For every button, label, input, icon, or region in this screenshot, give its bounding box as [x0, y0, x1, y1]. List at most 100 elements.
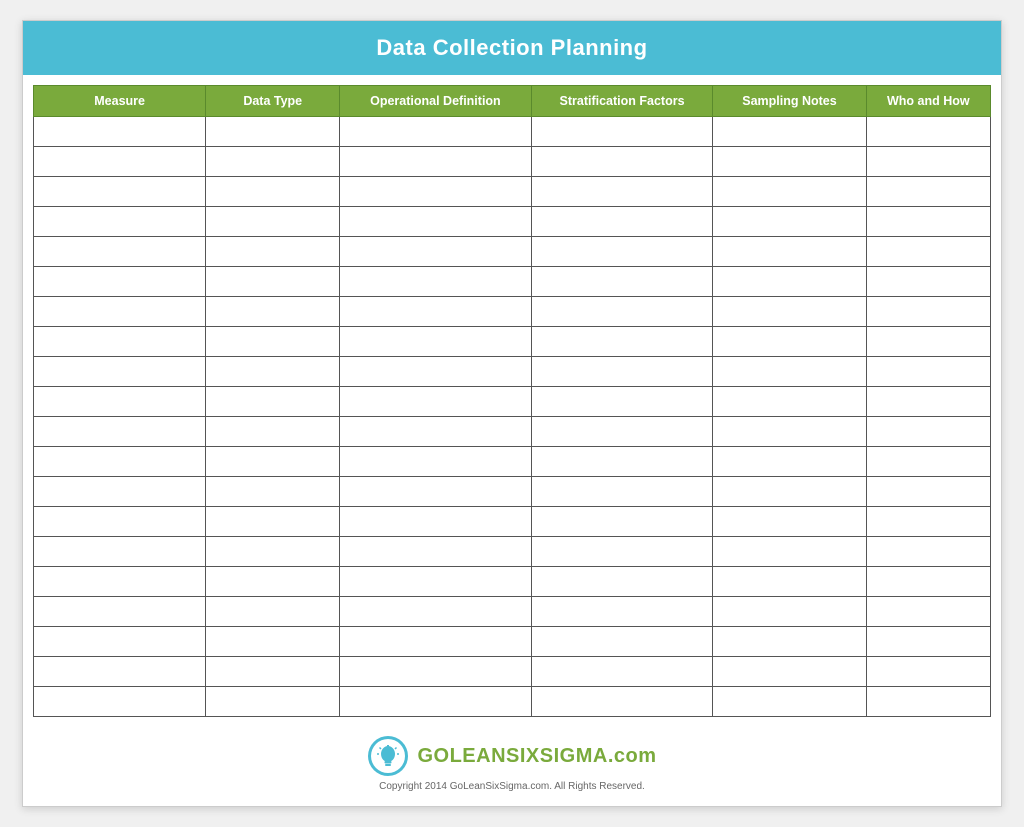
table-cell[interactable] [340, 627, 531, 657]
table-cell[interactable] [206, 687, 340, 717]
table-cell[interactable] [531, 687, 713, 717]
table-cell[interactable] [206, 267, 340, 297]
table-cell[interactable] [866, 477, 990, 507]
table-cell[interactable] [866, 387, 990, 417]
table-cell[interactable] [713, 657, 866, 687]
table-cell[interactable] [866, 567, 990, 597]
table-cell[interactable] [206, 207, 340, 237]
table-cell[interactable] [531, 597, 713, 627]
table-cell[interactable] [34, 327, 206, 357]
table-cell[interactable] [713, 627, 866, 657]
table-cell[interactable] [531, 267, 713, 297]
table-cell[interactable] [340, 117, 531, 147]
table-cell[interactable] [713, 597, 866, 627]
table-cell[interactable] [713, 267, 866, 297]
table-cell[interactable] [206, 147, 340, 177]
table-cell[interactable] [340, 237, 531, 267]
table-cell[interactable] [206, 177, 340, 207]
table-cell[interactable] [34, 597, 206, 627]
table-cell[interactable] [206, 507, 340, 537]
table-cell[interactable] [713, 507, 866, 537]
table-cell[interactable] [531, 207, 713, 237]
table-cell[interactable] [34, 447, 206, 477]
table-cell[interactable] [531, 657, 713, 687]
table-cell[interactable] [206, 357, 340, 387]
table-cell[interactable] [34, 477, 206, 507]
table-cell[interactable] [340, 447, 531, 477]
table-cell[interactable] [340, 687, 531, 717]
table-cell[interactable] [531, 177, 713, 207]
table-cell[interactable] [866, 207, 990, 237]
table-cell[interactable] [866, 327, 990, 357]
table-cell[interactable] [713, 297, 866, 327]
table-cell[interactable] [34, 237, 206, 267]
table-cell[interactable] [713, 537, 866, 567]
table-cell[interactable] [206, 627, 340, 657]
table-cell[interactable] [34, 627, 206, 657]
table-cell[interactable] [531, 297, 713, 327]
table-cell[interactable] [206, 417, 340, 447]
table-cell[interactable] [866, 687, 990, 717]
table-cell[interactable] [206, 447, 340, 477]
table-cell[interactable] [340, 657, 531, 687]
table-cell[interactable] [531, 447, 713, 477]
table-cell[interactable] [34, 687, 206, 717]
table-cell[interactable] [206, 537, 340, 567]
table-cell[interactable] [34, 657, 206, 687]
table-cell[interactable] [531, 537, 713, 567]
table-cell[interactable] [866, 447, 990, 477]
table-cell[interactable] [531, 357, 713, 387]
table-cell[interactable] [713, 207, 866, 237]
table-cell[interactable] [713, 687, 866, 717]
table-cell[interactable] [340, 147, 531, 177]
table-cell[interactable] [340, 507, 531, 537]
table-cell[interactable] [34, 357, 206, 387]
table-cell[interactable] [206, 477, 340, 507]
table-cell[interactable] [713, 177, 866, 207]
table-cell[interactable] [34, 567, 206, 597]
table-cell[interactable] [340, 477, 531, 507]
table-cell[interactable] [866, 177, 990, 207]
table-cell[interactable] [713, 417, 866, 447]
table-cell[interactable] [340, 297, 531, 327]
table-cell[interactable] [866, 507, 990, 537]
table-cell[interactable] [531, 627, 713, 657]
table-cell[interactable] [866, 297, 990, 327]
table-cell[interactable] [340, 417, 531, 447]
table-cell[interactable] [340, 207, 531, 237]
table-cell[interactable] [713, 117, 866, 147]
table-cell[interactable] [340, 597, 531, 627]
table-cell[interactable] [34, 387, 206, 417]
table-cell[interactable] [713, 237, 866, 267]
table-cell[interactable] [531, 147, 713, 177]
table-cell[interactable] [206, 327, 340, 357]
table-cell[interactable] [340, 177, 531, 207]
table-cell[interactable] [866, 537, 990, 567]
table-cell[interactable] [531, 417, 713, 447]
table-cell[interactable] [713, 327, 866, 357]
table-cell[interactable] [206, 657, 340, 687]
table-cell[interactable] [866, 267, 990, 297]
table-cell[interactable] [713, 357, 866, 387]
table-cell[interactable] [531, 507, 713, 537]
table-cell[interactable] [531, 237, 713, 267]
table-cell[interactable] [713, 447, 866, 477]
table-cell[interactable] [34, 417, 206, 447]
table-cell[interactable] [340, 567, 531, 597]
table-cell[interactable] [866, 627, 990, 657]
table-cell[interactable] [531, 567, 713, 597]
table-cell[interactable] [531, 117, 713, 147]
table-cell[interactable] [713, 147, 866, 177]
table-cell[interactable] [206, 567, 340, 597]
table-cell[interactable] [206, 597, 340, 627]
table-cell[interactable] [531, 387, 713, 417]
table-cell[interactable] [340, 357, 531, 387]
table-cell[interactable] [866, 657, 990, 687]
table-cell[interactable] [340, 327, 531, 357]
table-cell[interactable] [866, 357, 990, 387]
table-cell[interactable] [866, 597, 990, 627]
table-cell[interactable] [206, 297, 340, 327]
table-cell[interactable] [531, 327, 713, 357]
table-cell[interactable] [34, 507, 206, 537]
table-cell[interactable] [34, 177, 206, 207]
